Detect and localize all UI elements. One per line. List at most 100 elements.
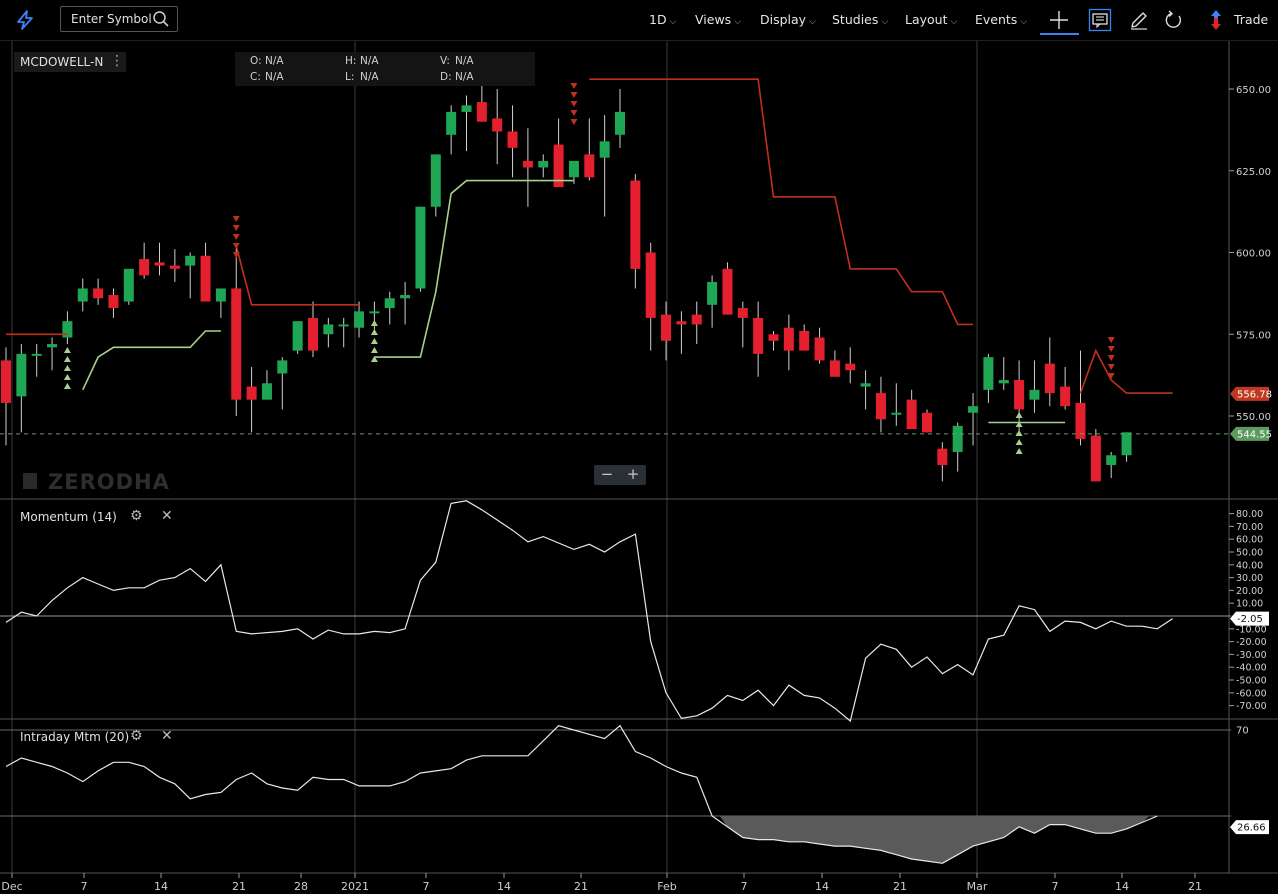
candle-body <box>461 105 472 112</box>
buy-signal-marker <box>370 320 378 326</box>
kebab-menu-icon[interactable]: ⋮ <box>110 53 124 69</box>
candle-body <box>1 360 11 403</box>
events-menu[interactable]: Events ⌵ <box>975 12 1027 27</box>
sell-signal-marker <box>232 243 240 249</box>
grid-lines <box>0 41 1278 874</box>
price-tick-label: 575.00 <box>1236 330 1271 341</box>
views-menu[interactable]: Views ⌵ <box>695 12 741 27</box>
symbol-box[interactable]: MCDOWELL-N ⋮ <box>14 52 126 72</box>
display-menu[interactable]: Display ⌵ <box>760 12 816 27</box>
candlestick-series <box>1 72 1132 482</box>
studies-menu[interactable]: Studies ⌵ <box>832 12 888 27</box>
candle-body <box>707 281 718 305</box>
supertrend-down-line <box>235 245 360 306</box>
supertrend-up-line <box>82 330 221 391</box>
sell-signal-marker <box>232 225 240 231</box>
date-tick-label: Dec <box>1 880 22 893</box>
momentum-tick-label: -30.00 <box>1236 650 1267 661</box>
zoom-out-button[interactable]: − <box>594 465 620 484</box>
candle-body <box>768 334 779 341</box>
date-tick-label: Feb <box>657 880 676 893</box>
date-tick-label: 21 <box>232 880 246 893</box>
close-icon[interactable]: ✕ <box>161 728 173 744</box>
top-toolbar: 1D⌵ Views⌵ Display⌵ Studies⌵ Layout⌵ Eve… <box>0 0 1278 41</box>
candle-body <box>645 252 656 318</box>
crosshair-active-indicator <box>1040 33 1079 35</box>
date-tick-label: 7 <box>1052 880 1059 893</box>
momentum-tick-label: -10.00 <box>1236 624 1267 635</box>
ohlc-change-label: D: <box>440 71 452 83</box>
lightning-logo-icon[interactable] <box>14 9 36 31</box>
intraday-shaded-area <box>719 816 1150 864</box>
buy-signal-marker <box>1015 430 1023 436</box>
buy-signal-marker <box>370 347 378 353</box>
candle-body <box>829 360 840 377</box>
sell-signal-marker <box>1107 364 1115 370</box>
date-axis[interactable]: Dec 7 14 21 28 2021 7 14 21 Feb 7 14 21 Mar 7 14 21 <box>1 873 1202 893</box>
sell-signal-marker <box>570 92 578 98</box>
momentum-tick-label: 80.00 <box>1236 509 1263 520</box>
momentum-value-badge: -2.05 <box>1230 611 1269 626</box>
intraday-value-badge-text: 26.66 <box>1237 823 1266 834</box>
studies-menu-label: Studies <box>832 12 879 27</box>
views-menu-label: Views <box>695 12 732 27</box>
watermark-text: ZERODHA <box>48 470 170 494</box>
candle-body <box>400 295 411 299</box>
candle-body <box>154 262 165 266</box>
momentum-tick-label: 10.00 <box>1236 599 1263 610</box>
chevron-down-icon: ⌵ <box>881 17 889 27</box>
candle-body <box>522 160 533 168</box>
candle-body <box>169 265 180 269</box>
ohlc-high-value: N/A <box>360 55 379 67</box>
pencil-icon[interactable] <box>1127 8 1151 32</box>
candle-body <box>246 386 257 400</box>
close-icon[interactable]: ✕ <box>161 508 173 524</box>
candle-body <box>1014 380 1025 410</box>
candle-body <box>1106 455 1117 466</box>
candle-body <box>584 154 595 178</box>
candle-body <box>1029 389 1040 400</box>
zoom-in-button[interactable]: + <box>620 465 646 484</box>
layout-menu[interactable]: Layout ⌵ <box>905 12 957 27</box>
momentum-tick-label: -50.00 <box>1236 676 1267 687</box>
refresh-icon[interactable] <box>1162 8 1186 32</box>
candle-body <box>430 154 441 207</box>
candle-body <box>922 412 932 433</box>
watermark: ZERODHA <box>23 470 170 494</box>
candle-body <box>415 206 426 289</box>
comment-icon[interactable] <box>1088 8 1112 32</box>
candle-body <box>691 314 702 325</box>
date-tick-label: 21 <box>574 880 588 893</box>
search-icon[interactable] <box>152 10 170 28</box>
sell-signal-marker <box>232 216 240 222</box>
momentum-tick-label: 20.00 <box>1236 586 1263 597</box>
buy-signal-marker <box>63 383 71 389</box>
ohlc-volume-label: V: <box>440 55 450 67</box>
date-tick-label: 14 <box>497 880 511 893</box>
display-menu-label: Display <box>760 12 807 27</box>
buy-signal-marker <box>1015 448 1023 454</box>
candle-body <box>492 118 503 132</box>
gear-icon[interactable]: ⚙ <box>130 728 143 744</box>
gear-icon[interactable]: ⚙ <box>130 508 143 524</box>
ohlc-low-label: L: <box>345 71 355 83</box>
price-axis[interactable]: 550.00 575.00 600.00 625.00 650.00 556.78 544.… <box>1229 85 1272 441</box>
sell-signal-marker <box>570 119 578 125</box>
candle-body <box>845 363 856 371</box>
candle-body <box>998 380 1009 384</box>
interval-menu[interactable]: 1D ⌵ <box>649 12 676 27</box>
buy-signal-marker <box>1015 439 1023 445</box>
trade-button-label: Trade <box>1234 12 1269 27</box>
chevron-down-icon: ⌵ <box>950 17 958 27</box>
candle-body <box>737 308 748 318</box>
candle-body <box>1060 386 1071 407</box>
crosshair-icon[interactable] <box>1047 8 1071 32</box>
chevron-down-icon: ⌵ <box>669 17 677 27</box>
candle-body <box>446 111 457 135</box>
momentum-tick-label: -40.00 <box>1236 663 1267 674</box>
candle-body <box>615 111 625 135</box>
ohlc-open-label: O: <box>250 55 262 67</box>
momentum-tick-label: 50.00 <box>1236 548 1263 559</box>
candle-body <box>16 353 27 397</box>
chevron-down-icon: ⌵ <box>734 17 742 27</box>
